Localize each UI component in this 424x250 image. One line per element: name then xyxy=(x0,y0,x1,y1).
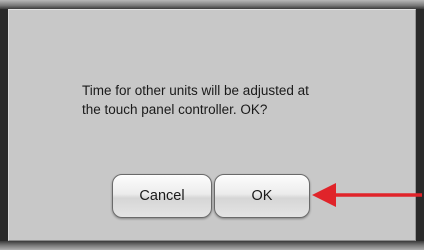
dialog-message-line-1: Time for other units will be adjusted at xyxy=(82,83,309,98)
dialog-message-line-2: the touch panel controller. OK? xyxy=(82,102,268,117)
cancel-button[interactable]: Cancel xyxy=(112,174,212,218)
red-arrow-left-icon xyxy=(312,183,422,207)
ok-button[interactable]: OK xyxy=(214,174,310,218)
device-frame: Time for other units will be adjusted at… xyxy=(0,0,424,250)
dialog-message: Time for other units will be adjusted at… xyxy=(82,81,362,119)
cancel-button-label: Cancel xyxy=(139,188,185,204)
ok-button-label: OK xyxy=(251,188,273,204)
bottom-bezel xyxy=(0,241,424,250)
top-bezel xyxy=(0,0,424,9)
